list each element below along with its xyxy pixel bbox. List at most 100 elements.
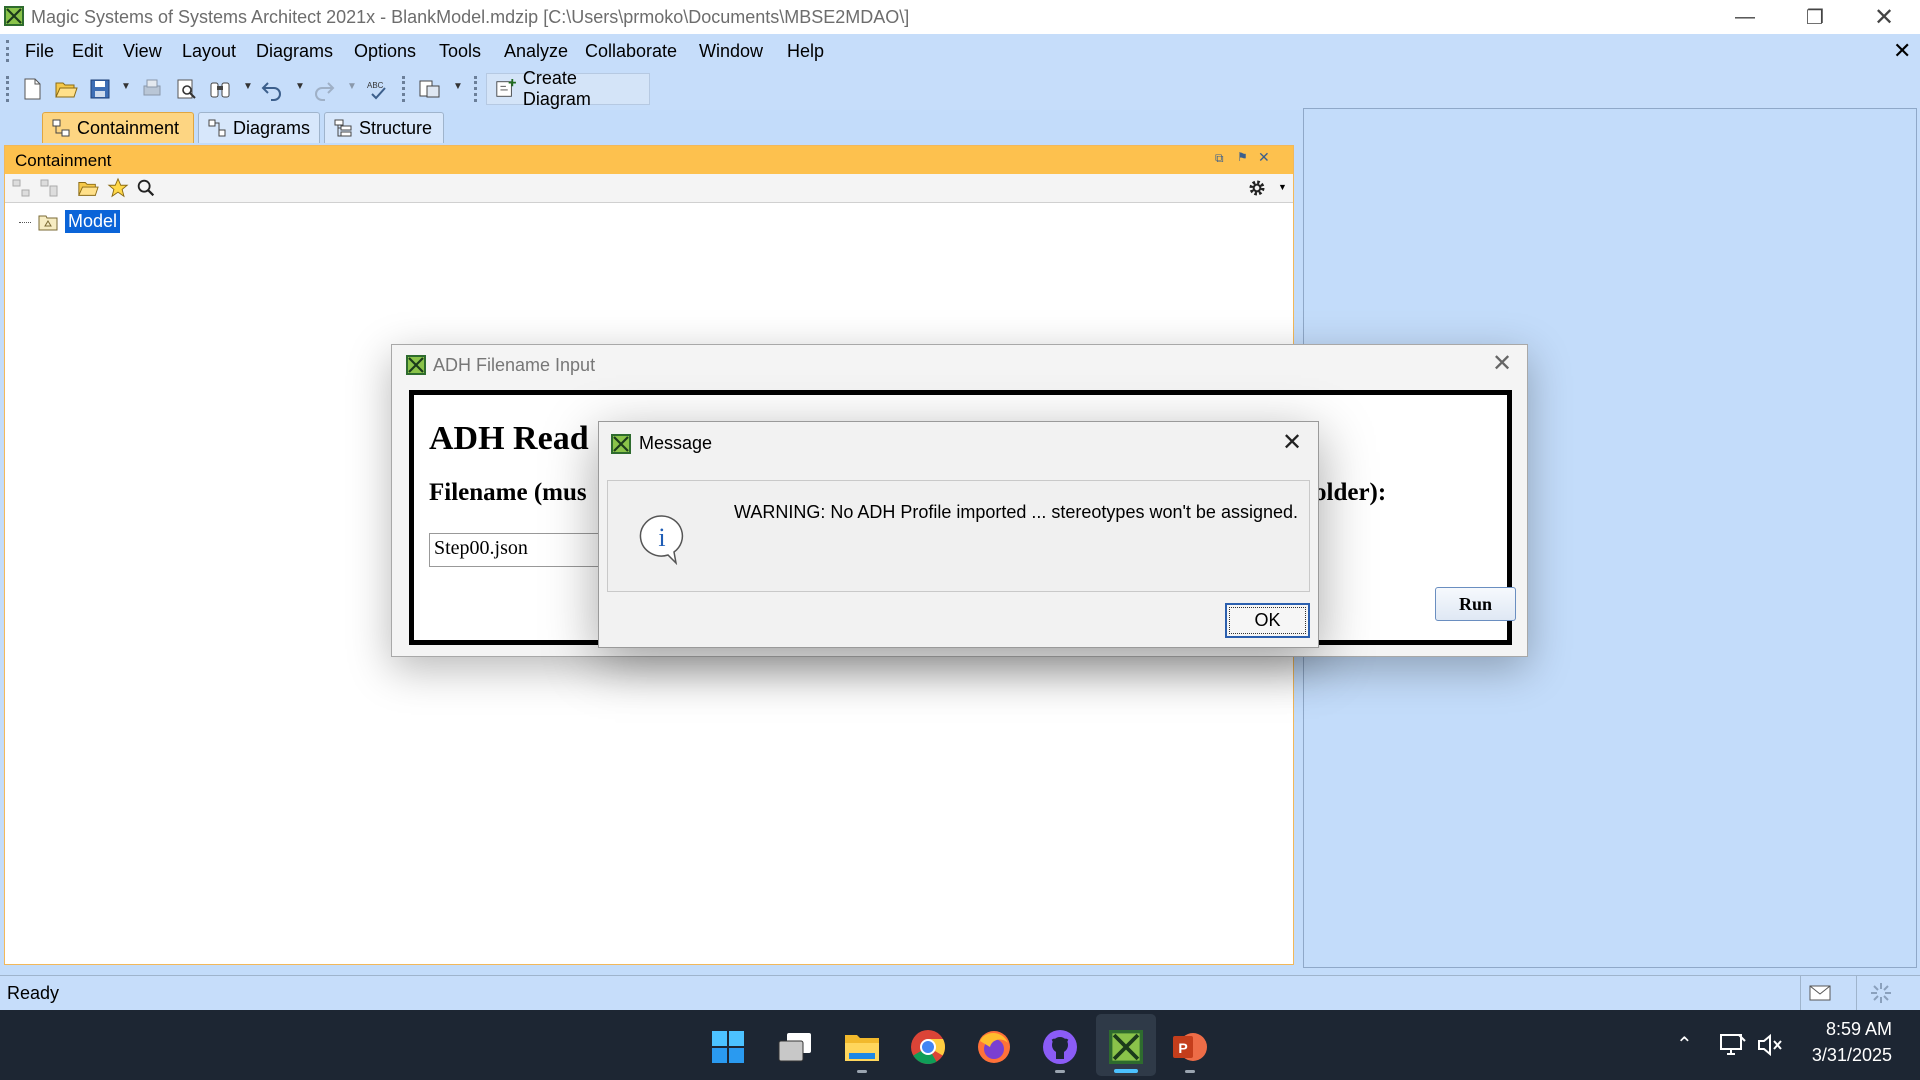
task-view-icon[interactable] [775,1027,815,1067]
file-explorer-icon[interactable] [842,1027,882,1067]
menu-help[interactable]: Help [787,41,824,62]
print-preview-icon[interactable] [174,77,198,101]
message-dialog-title: Message [639,433,713,453]
favorites-star-icon[interactable] [107,177,129,199]
clock-date[interactable]: 3/31/2025 [1790,1045,1892,1066]
tab-diagrams[interactable]: Diagrams [198,112,320,143]
pin-icon[interactable]: ⚑ [1237,150,1248,164]
svg-text:ABC: ABC [367,81,384,90]
gear-icon[interactable] [1247,178,1267,198]
save-dropdown-icon[interactable]: ▼ [121,81,131,92]
float-panel-icon[interactable]: ⧉ [1215,151,1224,166]
notifications-mail-icon[interactable] [1808,982,1832,1004]
os-taskbar: P ⌃ 8:59 AM 3/31/2025 [0,1010,1920,1080]
status-text: Ready [7,983,60,1003]
create-diagram-icon [496,78,516,97]
export-dropdown-icon[interactable]: ▼ [453,81,463,92]
clock-time[interactable]: 8:59 AM [1808,1019,1892,1040]
app-logo-icon [611,434,631,454]
volume-muted-icon[interactable] [1756,1032,1784,1058]
tab-structure[interactable]: Structure [324,112,444,143]
powerpoint-icon[interactable]: P [1170,1027,1210,1067]
ok-button[interactable]: OK [1225,603,1310,638]
magic-architect-icon[interactable] [1106,1027,1146,1067]
redo-dropdown-icon[interactable]: ▼ [347,81,357,92]
window-title-bar: Magic Systems of Systems Architect 2021x… [0,0,1920,34]
spell-check-icon[interactable]: ABC [366,77,390,101]
minimize-icon[interactable]: — [1710,0,1780,34]
menu-options[interactable]: Options [354,41,416,62]
show-hidden-icons-icon[interactable]: ⌃ [1676,1032,1693,1057]
github-icon[interactable] [1040,1027,1080,1067]
print-icon[interactable] [140,77,164,101]
menu-view[interactable]: View [123,41,162,62]
filename-label: Filename (mus [429,479,587,506]
open-icon[interactable] [54,77,78,101]
tree-connector [19,222,31,223]
containment-toolbar: ▼ [5,174,1293,203]
tab-diagrams-label: Diagrams [233,117,311,138]
collapse-all-icon[interactable] [11,178,31,198]
toolbar-grip [474,76,477,102]
main-toolbar: ▼ ▼ ▼ ▼ ABC ▼ Create Diagram [0,68,1920,110]
menu-collaborate[interactable]: Collaborate [585,41,677,62]
tree-item-model[interactable]: Model [65,210,121,233]
tab-containment[interactable]: Containment [42,112,194,143]
diagrams-icon [208,119,226,137]
menu-bar: File Edit View Layout Diagrams Options T… [0,34,1920,68]
menu-diagrams[interactable]: Diagrams [256,41,333,62]
menu-analyze[interactable]: Analyze [504,41,568,62]
network-icon[interactable] [1719,1032,1747,1058]
menu-tools[interactable]: Tools [439,41,481,62]
close-icon[interactable]: ✕ [1492,349,1512,378]
close-icon[interactable]: ✕ [1849,0,1919,34]
windows-start-icon[interactable] [708,1027,748,1067]
filename-input[interactable]: Step00.json [429,533,619,567]
undo-dropdown-icon[interactable]: ▼ [295,81,305,92]
undo-icon[interactable] [260,77,284,101]
menu-window[interactable]: Window [699,41,763,62]
firefox-icon[interactable] [974,1027,1014,1067]
toolbar-grip [402,76,405,102]
menu-layout[interactable]: Layout [182,41,236,62]
open-folder-icon[interactable] [77,177,99,199]
menu-edit[interactable]: Edit [72,41,103,62]
containment-panel-header: Containment ⧉ ⚑ ✕ [5,146,1293,174]
status-divider [1856,976,1857,1010]
menu-file[interactable]: File [25,41,54,62]
taskbar-running-indicator [1055,1070,1065,1073]
find-icon[interactable] [208,77,232,101]
new-file-icon[interactable] [20,77,44,101]
app-logo-icon [4,6,24,26]
containment-tree-icon [52,119,70,137]
taskbar-active-indicator [1114,1069,1138,1073]
window-title: Magic Systems of Systems Architect 2021x… [31,7,910,27]
status-bar: Ready [0,975,1920,1010]
tab-structure-label: Structure [359,117,433,138]
menu-grip [6,40,12,62]
expand-all-icon[interactable] [39,178,59,198]
adh-dialog-title: ADH Filename Input [433,355,596,375]
find-dropdown-icon[interactable]: ▼ [243,81,253,92]
message-text: WARNING: No ADH Profile imported ... ste… [734,502,1298,522]
search-icon[interactable] [135,177,157,199]
close-icon[interactable]: ✕ [1282,428,1302,457]
memory-activity-icon [1871,983,1891,1003]
run-button[interactable]: Run [1435,587,1516,621]
message-body: i WARNING: No ADH Profile imported ... s… [607,480,1310,592]
structure-icon [334,119,352,137]
close-icon[interactable]: ✕ [1893,38,1911,64]
close-panel-icon[interactable]: ✕ [1258,149,1270,166]
save-icon[interactable] [88,77,112,101]
create-diagram-label: Create Diagram [522,68,591,109]
redo-icon[interactable] [312,77,336,101]
chrome-icon[interactable] [908,1027,948,1067]
info-glyph: i [658,523,665,552]
info-icon: i [639,515,684,565]
toolbar-grip [6,76,9,102]
export-icon[interactable] [418,77,442,101]
status-divider [1800,976,1801,1010]
create-diagram-button[interactable]: Create Diagram [486,68,650,109]
restore-icon[interactable]: ❐ [1780,0,1850,34]
gear-dropdown-icon[interactable]: ▼ [1278,182,1287,192]
